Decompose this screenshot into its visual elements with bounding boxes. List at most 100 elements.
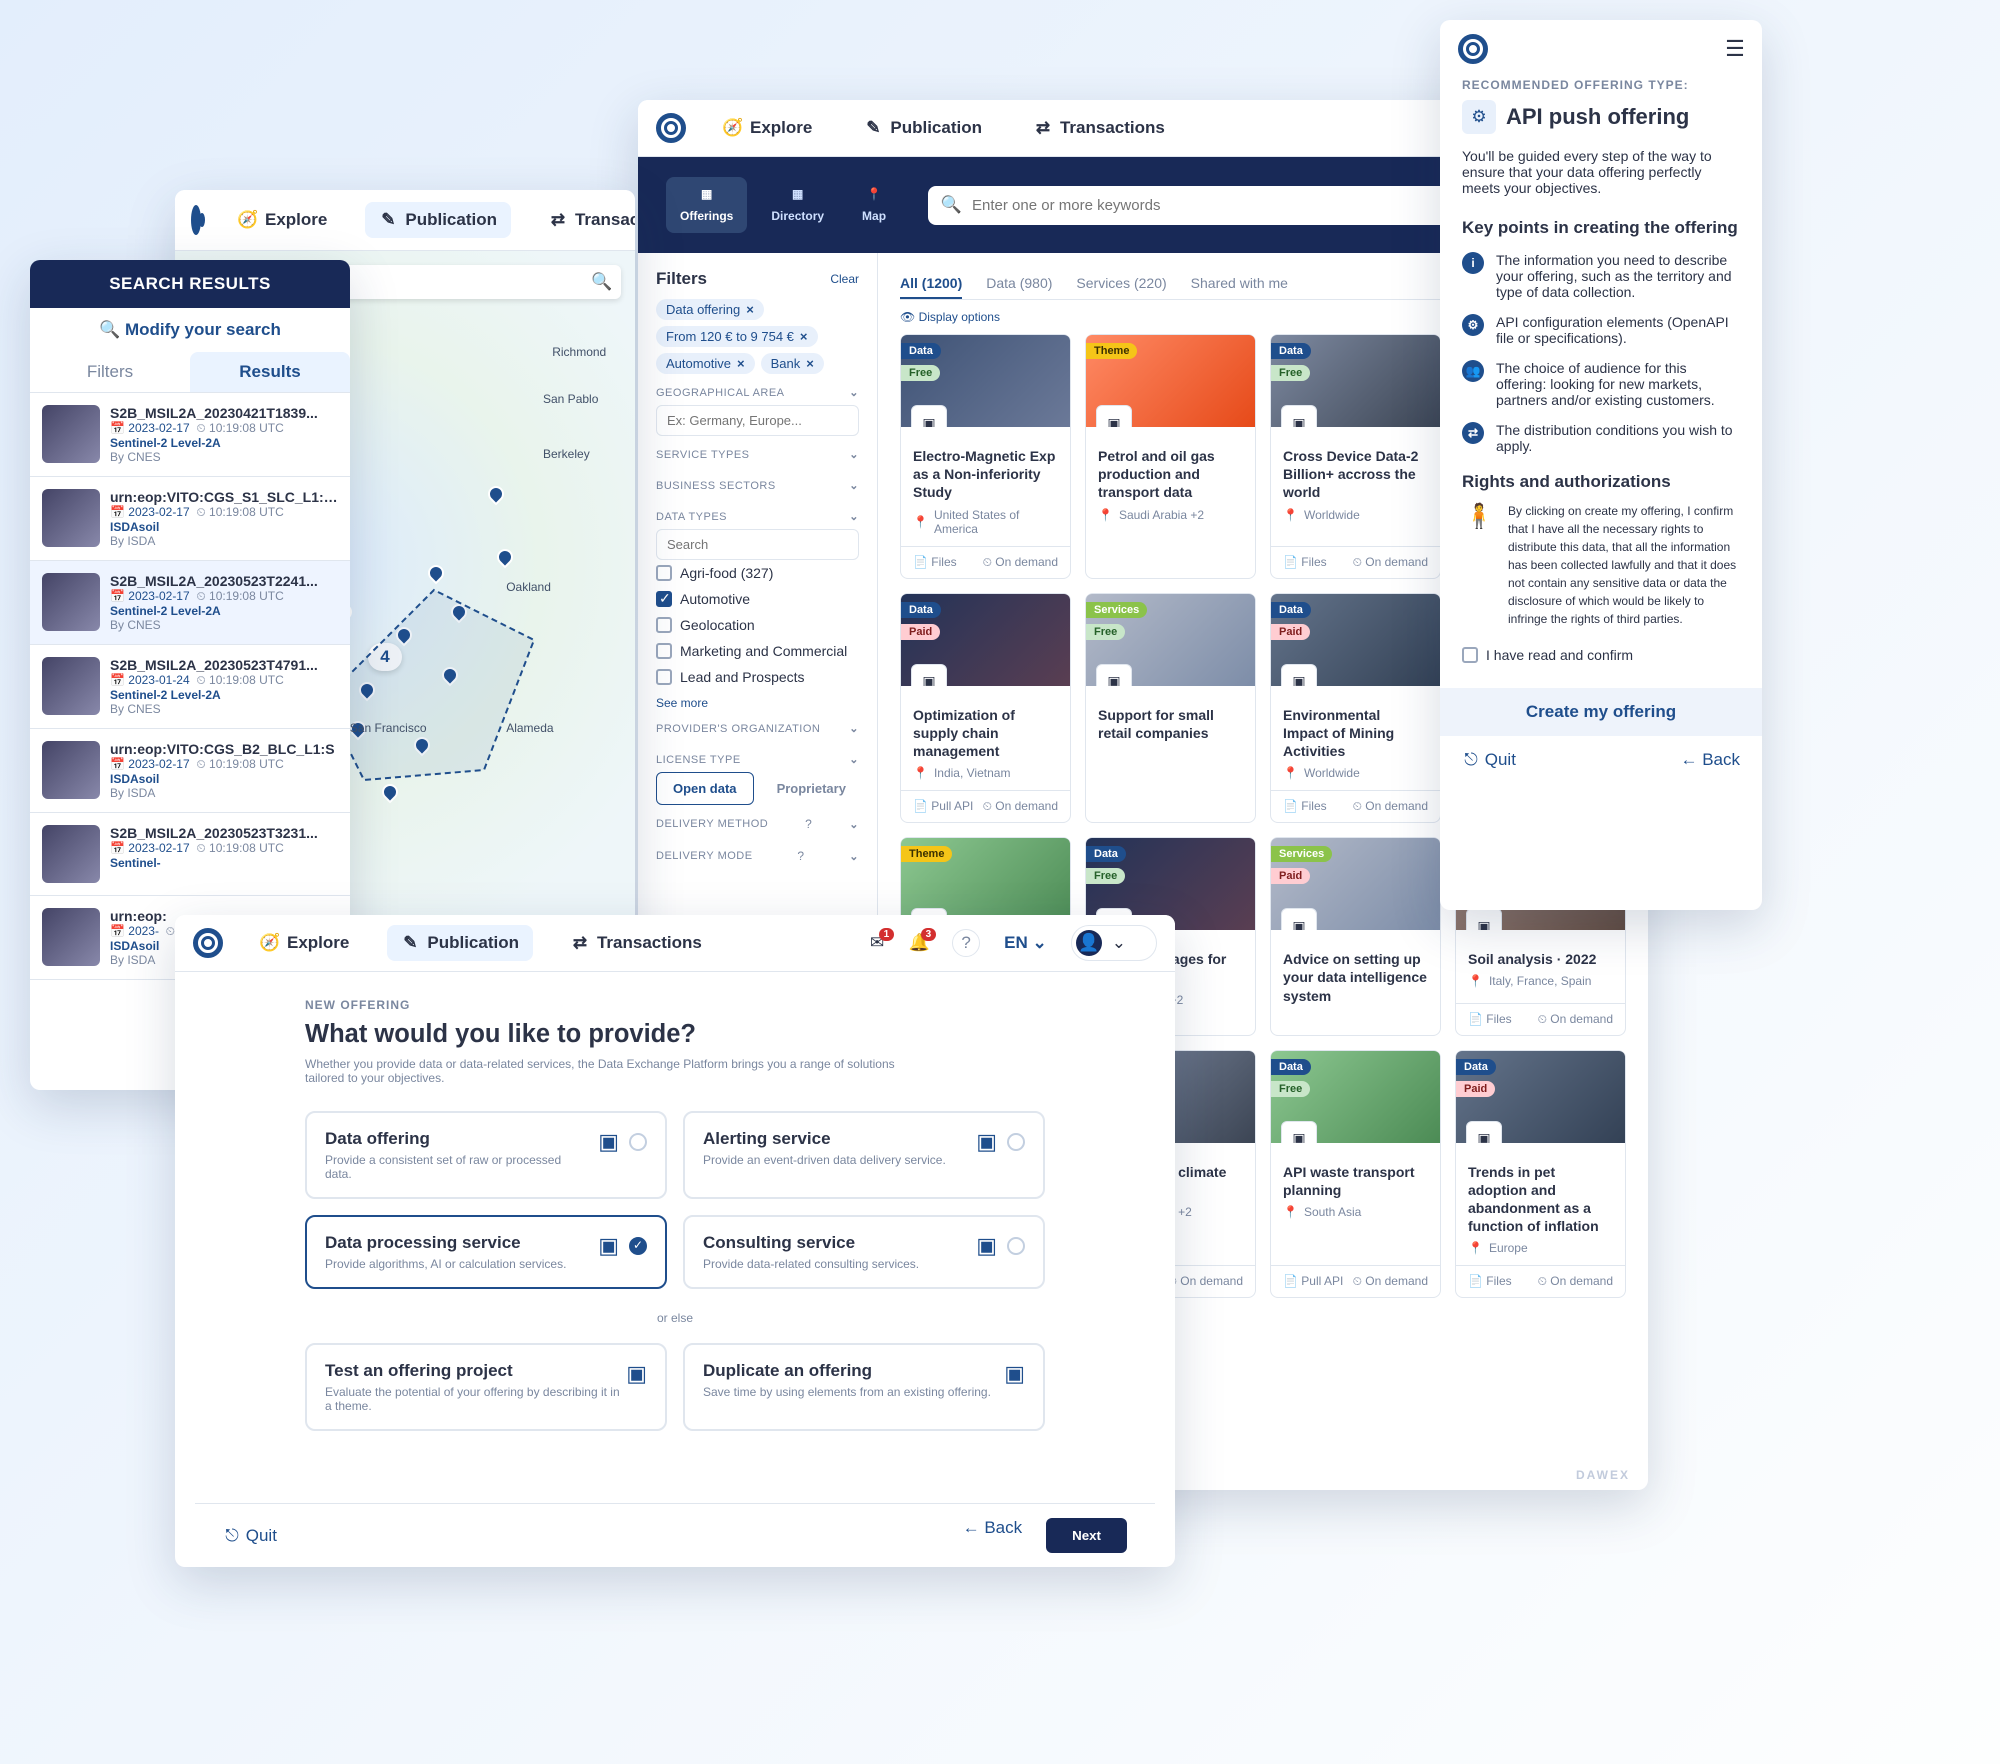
sr-tab-results[interactable]: Results: [190, 352, 350, 392]
offering-type-card[interactable]: Alerting serviceProvide an event-driven …: [683, 1111, 1045, 1199]
see-more[interactable]: See more: [656, 696, 859, 710]
offering-card[interactable]: Data Paid ▣ Optimization of supply chain…: [900, 593, 1071, 824]
datatype-option[interactable]: Automotive: [656, 586, 859, 612]
nav-explore[interactable]: Explore: [225, 202, 341, 238]
hero-tab-directory[interactable]: ▦Directory: [757, 177, 838, 233]
wizard-quit[interactable]: Quit: [223, 1526, 277, 1546]
wizard-subtitle: Whether you provide data or data-related…: [305, 1057, 925, 1085]
location-icon: [1468, 974, 1483, 988]
panel-eyebrow: RECOMMENDED OFFERING TYPE:: [1462, 78, 1740, 92]
datatype-option[interactable]: Marketing and Commercial: [656, 638, 859, 664]
confirm-checkbox[interactable]: I have read and confirm: [1462, 642, 1740, 668]
panel-back[interactable]: Back: [1680, 750, 1740, 770]
nav-transactions[interactable]: Transactions: [535, 202, 635, 238]
provider-icon: ▣: [911, 664, 947, 686]
offering-card[interactable]: Theme ▣ Petrol and oil gas production an…: [1085, 334, 1256, 579]
filter-chip[interactable]: Automotive×: [656, 353, 755, 374]
panel-title: API push offering: [1506, 104, 1689, 130]
tab-data[interactable]: Data (980): [986, 269, 1052, 299]
offering-card[interactable]: Data Paid ▣ Environmental Impact of Mini…: [1270, 593, 1441, 824]
location-icon: [1283, 1205, 1298, 1219]
offering-extra-card[interactable]: Test an offering projectEvaluate the pot…: [305, 1343, 667, 1431]
sect-org[interactable]: PROVIDER'S ORGANIZATION: [656, 723, 820, 735]
sect-sectors[interactable]: BUSINESS SECTORS: [656, 480, 776, 492]
sect-del-method[interactable]: DELIVERY METHOD: [656, 818, 768, 830]
search-result[interactable]: urn:eop:VITO:CGS_S1_SLC_L1:S1 📅 2023-02-…: [30, 477, 350, 561]
filter-chip[interactable]: Bank×: [761, 353, 824, 374]
sect-data[interactable]: DATA TYPES: [656, 511, 727, 523]
offering-card[interactable]: Data Free ▣ Electro-Magnetic Exp as a No…: [900, 334, 1071, 579]
api-icon: ⚙: [1462, 100, 1496, 134]
sect-del-mode[interactable]: DELIVERY MODE: [656, 850, 753, 862]
chip-remove-icon[interactable]: ×: [800, 329, 808, 344]
hero-tab-map[interactable]: Map: [848, 177, 900, 233]
offering-card[interactable]: Data Paid ▣ Trends in pet adoption and a…: [1455, 1050, 1626, 1299]
offering-card[interactable]: Data Free ▣ API waste transport planning…: [1270, 1050, 1441, 1299]
chip-remove-icon[interactable]: ×: [806, 356, 814, 371]
city-label: San Pablo: [543, 392, 598, 406]
tab-services[interactable]: Services (220): [1076, 269, 1166, 299]
chip-remove-icon[interactable]: ×: [737, 356, 745, 371]
search-result[interactable]: S2B_MSIL2A_20230523T2241... 📅 2023-02-17…: [30, 561, 350, 645]
lang-select[interactable]: EN ⌄: [1004, 933, 1047, 953]
datatype-option[interactable]: Agri-food (327): [656, 560, 859, 586]
offering-card[interactable]: Data Free ▣ Cross Device Data-2 Billion+…: [1270, 334, 1441, 579]
nav-explore[interactable]: Explore: [247, 925, 363, 961]
search-result[interactable]: urn:eop:VITO:CGS_B2_BLC_L1:S 📅 2023-02-1…: [30, 729, 350, 813]
tab-shared[interactable]: Shared with me: [1191, 269, 1288, 299]
provider-icon: ▣: [1281, 664, 1317, 686]
filter-chip[interactable]: Data offering×: [656, 299, 764, 320]
search-result[interactable]: S2B_MSIL2A_20230421T1839... 📅 2023-02-17…: [30, 393, 350, 477]
offering-extra-card[interactable]: Duplicate an offeringSave time by using …: [683, 1343, 1045, 1431]
geo-input[interactable]: [656, 405, 859, 436]
create-offering-button[interactable]: Create my offering: [1440, 688, 1762, 736]
card-avail: On demand: [1538, 1012, 1613, 1027]
card-avail: On demand: [1353, 555, 1428, 570]
type-icon: ▣: [976, 1129, 997, 1155]
city-label: Richmond: [552, 345, 606, 359]
search-result[interactable]: S2B_MSIL2A_20230523T3231... 📅 2023-02-17…: [30, 813, 350, 896]
hero-tab-offerings[interactable]: ▦Offerings: [666, 177, 747, 233]
panel-quit[interactable]: Quit: [1462, 750, 1516, 770]
sr-modify[interactable]: 🔍 Modify your search: [30, 308, 350, 352]
filters-clear[interactable]: Clear: [830, 272, 859, 286]
license-open[interactable]: Open data: [656, 772, 754, 805]
search-icon[interactable]: [593, 273, 611, 291]
search-result[interactable]: S2B_MSIL2A_20230523T4791... 📅 2023-01-24…: [30, 645, 350, 729]
sect-license[interactable]: LICENSE TYPE: [656, 754, 741, 766]
datatype-search[interactable]: [656, 529, 859, 560]
wizard-title: What would you like to provide?: [305, 1020, 1045, 1049]
help-icon[interactable]: [952, 929, 980, 957]
app-logo: [656, 113, 686, 143]
sect-svc[interactable]: SERVICE TYPES: [656, 449, 750, 461]
user-menu[interactable]: 👤 ⌄: [1071, 925, 1157, 961]
chip-remove-icon[interactable]: ×: [746, 302, 754, 317]
location-icon: [913, 515, 928, 529]
nav-publication[interactable]: Publication: [850, 110, 996, 146]
sect-geo[interactable]: GEOGRAPHICAL AREA: [656, 387, 785, 399]
wizard-next[interactable]: Next: [1046, 1518, 1127, 1553]
offering-type-card[interactable]: Consulting serviceProvide data-related c…: [683, 1215, 1045, 1289]
nav-transactions[interactable]: Transactions: [1020, 110, 1179, 146]
nav-explore[interactable]: Explore: [710, 110, 826, 146]
sr-tab-filters[interactable]: Filters: [30, 352, 190, 392]
panel-lead: You'll be guided every step of the way t…: [1462, 148, 1740, 196]
nav-publication[interactable]: Publication: [387, 925, 533, 961]
datatype-option[interactable]: Lead and Prospects: [656, 664, 859, 690]
result-thumb: [42, 908, 100, 966]
offering-card[interactable]: Services Paid ▣ Advice on setting up you…: [1270, 837, 1441, 1036]
card-delivery: Files: [1468, 1012, 1512, 1027]
bell-icon[interactable]: [910, 934, 928, 952]
datatype-option[interactable]: Geolocation: [656, 612, 859, 638]
offering-type-card[interactable]: Data offeringProvide a consistent set of…: [305, 1111, 667, 1199]
tab-all[interactable]: All (1200): [900, 269, 962, 299]
filter-chip[interactable]: From 120 € to 9 754 €×: [656, 326, 818, 347]
nav-transactions[interactable]: Transactions: [557, 925, 716, 961]
license-proprietary[interactable]: Proprietary: [764, 772, 860, 805]
offering-card[interactable]: Services Free ▣ Support for small retail…: [1085, 593, 1256, 824]
nav-publication[interactable]: Publication: [365, 202, 511, 238]
mail-icon[interactable]: [868, 934, 886, 952]
offering-type-card[interactable]: Data processing serviceProvide algorithm…: [305, 1215, 667, 1289]
wizard-back[interactable]: Back: [963, 1518, 1023, 1553]
hamburger-icon[interactable]: [1726, 40, 1744, 58]
